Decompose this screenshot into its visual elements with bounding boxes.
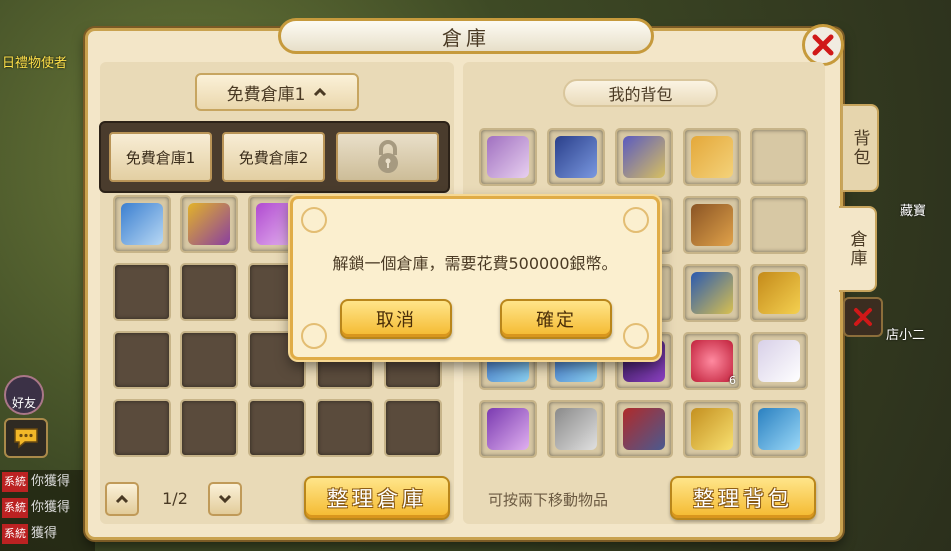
inventory-slot[interactable] — [479, 400, 537, 458]
inventory-slot[interactable] — [547, 400, 605, 458]
inventory-slot[interactable] — [479, 128, 537, 186]
friend-button[interactable]: 好友 — [4, 375, 44, 415]
white-sash-icon — [758, 340, 800, 382]
unlock-confirm-dialog: 解鎖一個倉庫，需要花費500000銀幣。 取消 確定 — [290, 196, 660, 360]
tab-storage[interactable]: 倉庫 — [839, 206, 877, 292]
friend-label: 好友 — [11, 396, 36, 410]
close-x-icon — [854, 308, 872, 326]
chat-bubble-icon — [14, 428, 38, 449]
empty-slot[interactable] — [180, 263, 238, 321]
dropdown-option-locked[interactable] — [336, 132, 439, 182]
inventory-slot[interactable] — [113, 195, 171, 253]
chevron-up-icon — [115, 494, 129, 504]
sword-icon — [121, 203, 163, 245]
page-indicator: 1/2 — [162, 489, 188, 508]
lock-icon — [377, 140, 398, 173]
inventory-slot[interactable] — [683, 400, 741, 458]
inventory-slot[interactable] — [683, 128, 741, 186]
chat-line: 系統 你獲得 — [0, 498, 95, 518]
empty-slot[interactable] — [113, 331, 171, 389]
close-x-icon — [812, 34, 834, 56]
gold-armor-icon — [758, 272, 800, 314]
yellow-robe-icon — [188, 203, 230, 245]
blue-sword-icon — [691, 272, 733, 314]
empty-slot[interactable] — [113, 263, 171, 321]
empty-slot[interactable] — [750, 128, 808, 186]
window-title: 倉庫 — [278, 18, 654, 54]
corner-ornament — [623, 323, 649, 349]
inventory-slot[interactable] — [615, 128, 673, 186]
inventory-slot[interactable] — [750, 400, 808, 458]
npc-name-label[interactable]: 藏寶 — [900, 200, 926, 219]
chat-channel-tag: 系統 — [2, 498, 28, 518]
storage-dropdown-menu: 免費倉庫1 免費倉庫2 — [99, 121, 450, 193]
sort-storage-button[interactable]: 整理倉庫 — [304, 476, 450, 520]
page-next-button[interactable] — [208, 482, 242, 516]
red-orb-icon — [691, 340, 733, 382]
dropdown-option-storage-1[interactable]: 免費倉庫1 — [109, 132, 212, 182]
purple-necklace-icon — [487, 408, 529, 450]
empty-slot[interactable] — [248, 399, 306, 457]
red-armor-icon — [623, 408, 665, 450]
empty-slot[interactable] — [316, 399, 374, 457]
inventory-slot[interactable] — [750, 264, 808, 322]
empty-slot[interactable] — [113, 399, 171, 457]
bag-title: 我的背包 — [563, 79, 718, 107]
silver-bracelet-icon — [623, 136, 665, 178]
sort-bag-button[interactable]: 整理背包 — [670, 476, 816, 520]
leather-boots-icon — [691, 204, 733, 246]
purple-pouch-icon — [487, 136, 529, 178]
blue-armor-icon — [555, 136, 597, 178]
inventory-slot[interactable] — [615, 400, 673, 458]
inventory-slot[interactable] — [683, 264, 741, 322]
item-count: 6 — [729, 374, 736, 387]
empty-slot[interactable] — [180, 331, 238, 389]
dropdown-option-storage-2[interactable]: 免費倉庫2 — [222, 132, 325, 182]
npc-name-label[interactable]: 日禮物使者 — [2, 52, 67, 71]
side-close-button[interactable] — [843, 297, 883, 337]
gold-ring-icon — [691, 408, 733, 450]
bag-hint: 可按兩下移動物品 — [488, 491, 609, 509]
cancel-button[interactable]: 取消 — [340, 299, 452, 339]
chat-text: 你獲得 — [31, 474, 71, 489]
blue-boots-icon — [758, 408, 800, 450]
empty-slot[interactable] — [180, 399, 238, 457]
chevron-down-icon — [218, 494, 232, 504]
chat-line: 系統 你獲得 — [0, 472, 95, 492]
chat-log[interactable]: 系統 你獲得 系統 你獲得 系統 獲得 — [0, 470, 95, 551]
chevron-up-icon — [314, 87, 327, 97]
chat-channel-tag: 系統 — [2, 472, 28, 492]
inventory-slot[interactable]: 6 — [683, 332, 741, 390]
chat-channel-tag: 系統 — [2, 524, 28, 544]
close-window-button[interactable] — [802, 24, 844, 66]
npc-name-label[interactable]: 店小二 — [886, 324, 925, 343]
steel-sword-icon — [555, 408, 597, 450]
empty-slot[interactable] — [384, 399, 442, 457]
chat-text: 獲得 — [31, 526, 58, 541]
dropdown-label: 免費倉庫1 — [226, 84, 306, 105]
inventory-slot[interactable] — [683, 196, 741, 254]
corner-ornament — [301, 323, 327, 349]
chat-button[interactable] — [4, 418, 48, 458]
corner-ornament — [623, 207, 649, 233]
corner-ornament — [301, 207, 327, 233]
inventory-slot[interactable] — [180, 195, 238, 253]
dialog-message: 解鎖一個倉庫，需要花費500000銀幣。 — [332, 254, 618, 273]
inventory-slot[interactable] — [547, 128, 605, 186]
storage-select-dropdown[interactable]: 免費倉庫1 — [195, 73, 359, 111]
chat-line: 系統 獲得 — [0, 524, 95, 544]
straw-hat-icon — [691, 136, 733, 178]
confirm-button[interactable]: 確定 — [500, 299, 612, 339]
tab-bag[interactable]: 背包 — [841, 104, 879, 192]
empty-slot[interactable] — [750, 196, 808, 254]
chat-text: 你獲得 — [31, 500, 71, 515]
inventory-slot[interactable] — [750, 332, 808, 390]
page-prev-button[interactable] — [105, 482, 139, 516]
